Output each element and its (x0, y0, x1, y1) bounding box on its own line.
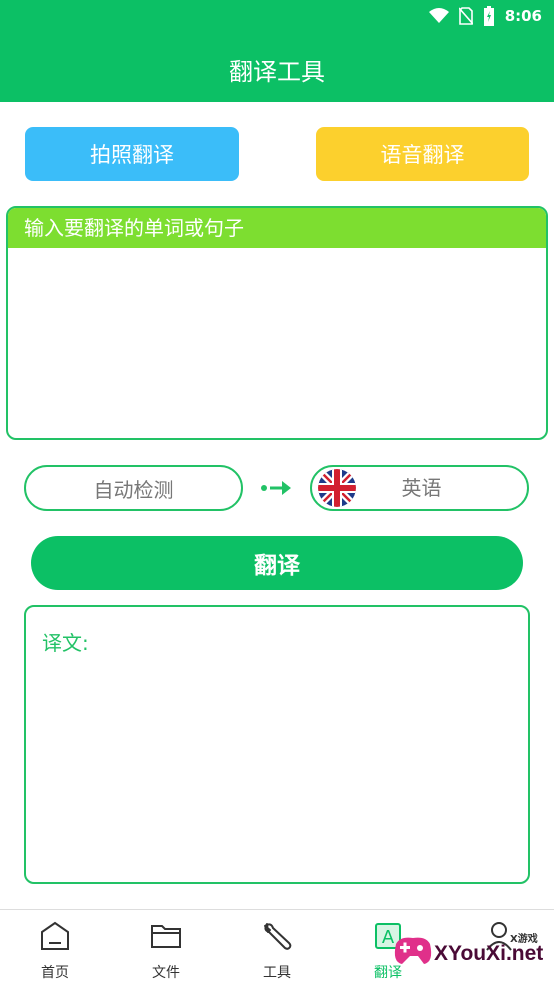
wrench-icon (264, 923, 292, 950)
source-language-selector[interactable]: 自动检测 (24, 465, 243, 511)
input-label: 输入要翻译的单词或句子 (8, 208, 546, 248)
target-language-label: 英语 (401, 476, 442, 500)
result-label: 译文: (42, 631, 89, 655)
nav-label-files: 文件 (152, 965, 180, 981)
arrow-right-icon (261, 481, 291, 495)
status-bar: 8:06 (0, 0, 554, 30)
nav-label-home: 首页 (41, 965, 69, 981)
no-sim-icon (458, 7, 473, 25)
translate-button[interactable]: 翻译 (31, 536, 523, 590)
status-time: 8:06 (504, 7, 542, 25)
watermark-brand: XYouXi.net (434, 942, 544, 965)
gamepad-logo-icon (394, 937, 432, 964)
battery-icon (483, 6, 494, 26)
app-header: 8:06 翻译工具 (0, 0, 554, 102)
photo-translate-button[interactable]: 拍照翻译 (25, 127, 239, 181)
nav-item-home[interactable]: 首页 (0, 910, 110, 986)
nav-item-tools[interactable]: 工具 (222, 910, 332, 986)
result-panel: 译文: (24, 605, 530, 884)
page-title: 翻译工具 (229, 58, 325, 86)
nav-label-tools: 工具 (263, 965, 291, 981)
watermark-logo: X游戏 XYouXi.net (388, 918, 548, 978)
target-language-selector[interactable]: 英语 (310, 465, 529, 511)
folder-icon (151, 925, 181, 948)
source-language-label: 自动检测 (93, 477, 174, 502)
nav-item-files[interactable]: 文件 (111, 910, 221, 986)
home-icon (41, 921, 69, 950)
wifi-icon (428, 8, 449, 23)
source-text-input[interactable]: 输入要翻译的单词或句子 (6, 206, 548, 440)
voice-translate-button[interactable]: 语音翻译 (316, 127, 529, 181)
